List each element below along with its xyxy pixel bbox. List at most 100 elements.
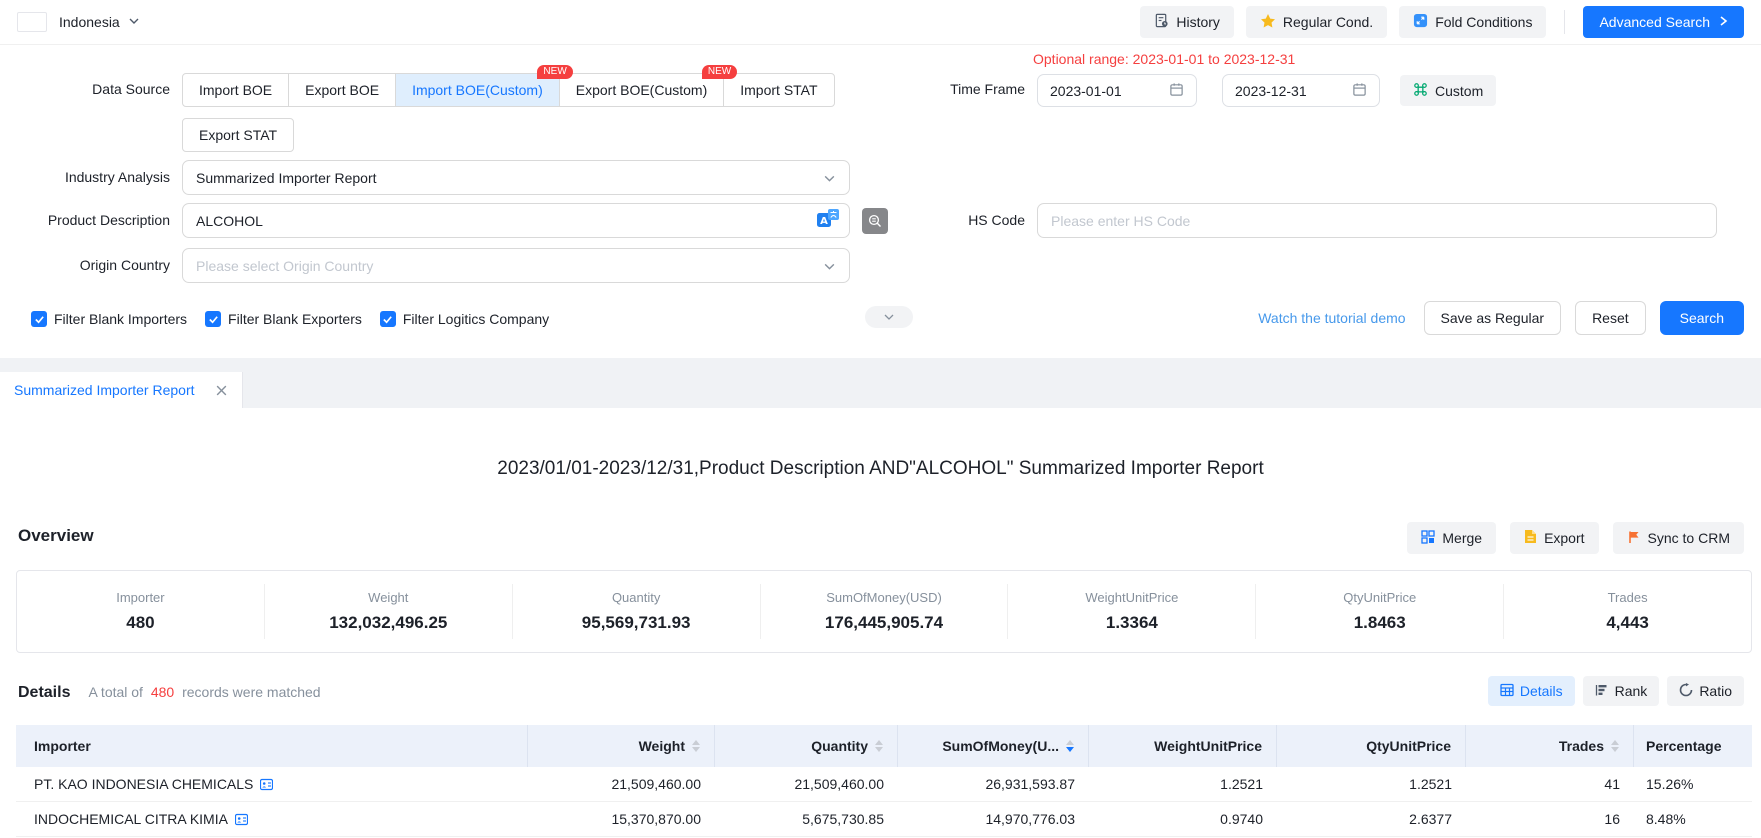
regular-cond-button[interactable]: Regular Cond.	[1246, 6, 1387, 38]
filter-blank-importers-checkbox[interactable]: Filter Blank Importers	[31, 311, 187, 327]
view-details-label: Details	[1520, 683, 1563, 699]
hs-code-input[interactable]	[1037, 203, 1717, 238]
sync-crm-icon	[1627, 530, 1641, 547]
industry-analysis-label: Industry Analysis	[10, 160, 170, 195]
export-button[interactable]: Export	[1510, 522, 1598, 554]
column-label: Trades	[1559, 738, 1604, 754]
stat-label: WeightUnitPrice	[1008, 590, 1255, 605]
topbar-divider	[1564, 10, 1565, 34]
tab-export-boe-custom[interactable]: Export BOE(Custom) NEW	[559, 73, 724, 107]
sync-to-crm-label: Sync to CRM	[1648, 530, 1730, 546]
cell-qty-unit-price: 1.2521	[1277, 776, 1466, 792]
translate-icon[interactable]: A	[817, 209, 839, 232]
search-label: Search	[1680, 310, 1724, 326]
sort-icon-descending-active[interactable]	[1066, 740, 1074, 752]
search-button[interactable]: Search	[1660, 301, 1744, 335]
overview-stats: Importer 480 Weight 132,032,496.25 Quant…	[16, 570, 1752, 653]
stat-label: Quantity	[513, 590, 760, 605]
chevron-down-icon	[883, 311, 895, 323]
tab-summarized-importer-report[interactable]: Summarized Importer Report	[0, 372, 243, 408]
advanced-search-label: Advanced Search	[1599, 14, 1710, 30]
product-description-label: Product Description	[10, 203, 170, 238]
cell-weight-unit-price: 1.2521	[1089, 776, 1277, 792]
top-bar: Indonesia History Regular Cond.	[0, 0, 1761, 45]
table-row[interactable]: PT. KAO INDONESIA CHEMICALS 21,509,460.0…	[16, 767, 1752, 802]
importer-name-link[interactable]: PT. KAO INDONESIA CHEMICALS	[34, 776, 253, 792]
view-rank-button[interactable]: Rank	[1583, 676, 1660, 706]
column-label: Importer	[34, 738, 91, 754]
stat-weight-unit-price: WeightUnitPrice 1.3364	[1007, 584, 1255, 639]
cell-sum-of-money: 14,970,776.03	[898, 811, 1089, 827]
column-header-qty-unit-price[interactable]: QtyUnitPrice	[1277, 725, 1466, 767]
table-row[interactable]: INDOCHEMICAL CITRA KIMIA 15,370,870.00 5…	[16, 802, 1752, 837]
view-ratio-button[interactable]: Ratio	[1667, 676, 1744, 706]
end-date-input[interactable]: 2023-12-31	[1222, 74, 1380, 107]
reset-button[interactable]: Reset	[1575, 301, 1646, 335]
calendar-icon	[1352, 82, 1367, 100]
column-header-trades[interactable]: Trades	[1466, 725, 1634, 767]
ratio-circle-icon	[1679, 683, 1693, 700]
tab-export-stat-label: Export STAT	[199, 127, 277, 143]
tutorial-demo-link[interactable]: Watch the tutorial demo	[1258, 310, 1405, 326]
industry-analysis-select[interactable]: Summarized Importer Report	[182, 160, 850, 195]
company-card-icon[interactable]	[260, 778, 273, 791]
filter-blank-importers-label: Filter Blank Importers	[54, 311, 187, 327]
country-selector-label[interactable]: Indonesia	[59, 14, 120, 30]
column-header-quantity[interactable]: Quantity	[715, 725, 898, 767]
export-label: Export	[1544, 530, 1584, 546]
cell-quantity: 5,675,730.85	[715, 811, 898, 827]
product-description-input[interactable]	[196, 213, 817, 229]
importer-name-link[interactable]: INDOCHEMICAL CITRA KIMIA	[34, 811, 228, 827]
cell-percentage: 15.26%	[1634, 776, 1752, 792]
custom-label: Custom	[1435, 83, 1483, 99]
data-source-tabs: Import BOE Export BOE Import BOE(Custom)…	[182, 73, 835, 107]
total-count: 480	[151, 684, 174, 700]
column-header-importer[interactable]: Importer	[16, 725, 528, 767]
merge-button[interactable]: Merge	[1407, 522, 1496, 554]
cell-weight-unit-price: 0.9740	[1089, 811, 1277, 827]
tab-import-boe-custom[interactable]: Import BOE(Custom) NEW	[395, 73, 560, 107]
stat-value: 1.3364	[1008, 613, 1255, 633]
stat-value: 1.8463	[1256, 613, 1503, 633]
details-heading: Details	[18, 684, 70, 702]
collapse-form-button[interactable]	[865, 306, 913, 328]
sort-icon[interactable]	[875, 740, 883, 752]
sort-icon[interactable]	[692, 740, 700, 752]
column-header-weight[interactable]: Weight	[528, 725, 715, 767]
stat-trades: Trades 4,443	[1503, 584, 1751, 639]
column-header-sum-of-money[interactable]: SumOfMoney(U...	[898, 725, 1089, 767]
origin-country-label: Origin Country	[10, 248, 170, 283]
column-header-percentage[interactable]: Percentage	[1634, 725, 1752, 767]
tab-import-stat[interactable]: Import STAT	[723, 73, 834, 107]
sync-to-crm-button[interactable]: Sync to CRM	[1613, 522, 1744, 554]
tab-export-stat[interactable]: Export STAT	[182, 118, 294, 152]
fold-conditions-button[interactable]: Fold Conditions	[1399, 6, 1546, 38]
save-as-regular-button[interactable]: Save as Regular	[1424, 301, 1562, 335]
save-as-regular-label: Save as Regular	[1441, 310, 1545, 326]
filter-logitics-company-checkbox[interactable]: Filter Logitics Company	[380, 311, 549, 327]
start-date-input[interactable]: 2023-01-01	[1037, 74, 1197, 107]
tab-import-boe[interactable]: Import BOE	[182, 73, 289, 107]
form-actions: Watch the tutorial demo Save as Regular …	[1258, 301, 1744, 335]
advanced-search-button[interactable]: Advanced Search	[1583, 6, 1744, 38]
tab-export-boe[interactable]: Export BOE	[288, 73, 396, 107]
sort-icon[interactable]	[1611, 740, 1619, 752]
filter-blank-exporters-checkbox[interactable]: Filter Blank Exporters	[205, 311, 362, 327]
custom-range-button[interactable]: Custom	[1400, 75, 1496, 106]
cell-qty-unit-price: 2.6377	[1277, 811, 1466, 827]
origin-country-placeholder: Please select Origin Country	[196, 258, 373, 274]
close-icon[interactable]	[215, 384, 228, 397]
end-date-value: 2023-12-31	[1235, 83, 1307, 99]
origin-country-select[interactable]: Please select Origin Country	[182, 248, 850, 283]
stat-quantity: Quantity 95,569,731.93	[512, 584, 760, 639]
cell-trades: 41	[1466, 776, 1634, 792]
history-button[interactable]: History	[1140, 6, 1234, 38]
column-header-weight-unit-price[interactable]: WeightUnitPrice	[1089, 725, 1277, 767]
stat-value: 176,445,905.74	[761, 613, 1008, 633]
company-card-icon[interactable]	[235, 813, 248, 826]
stat-label: Trades	[1504, 590, 1751, 605]
country-chevron-down-icon[interactable]	[128, 14, 140, 30]
hs-code-label: HS Code	[865, 203, 1025, 238]
tab-import-stat-label: Import STAT	[740, 82, 817, 98]
view-details-button[interactable]: Details	[1488, 676, 1575, 706]
